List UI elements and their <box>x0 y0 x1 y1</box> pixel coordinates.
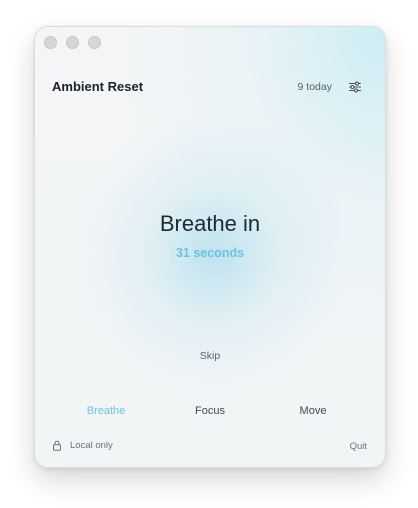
settings-button[interactable] <box>348 80 362 94</box>
skip-row: Skip <box>35 350 385 362</box>
zoom-window-button[interactable] <box>88 36 101 49</box>
skip-button[interactable]: Skip <box>200 350 220 362</box>
close-window-button[interactable] <box>44 36 57 49</box>
mode-tabs: Breathe Focus Move <box>35 405 385 421</box>
privacy-label: Local only <box>70 440 113 451</box>
window-controls <box>44 36 101 49</box>
tab-breathe[interactable]: Breathe <box>66 405 146 417</box>
sliders-icon <box>348 81 362 93</box>
privacy-indicator: Local only <box>52 440 113 451</box>
today-count: 9 today <box>297 81 332 93</box>
remaining-time: 31 seconds <box>175 246 245 260</box>
app-title: Ambient Reset <box>52 79 144 94</box>
app-window: Ambient Reset 9 today Breathe in 31 seco… <box>34 26 386 468</box>
tab-focus[interactable]: Focus <box>170 405 250 417</box>
breath-prompt: Breathe in <box>159 211 261 236</box>
lock-icon <box>53 440 61 451</box>
tab-move[interactable]: Move <box>273 405 353 417</box>
quit-button[interactable]: Quit <box>350 441 367 452</box>
minimize-window-button[interactable] <box>66 36 79 49</box>
